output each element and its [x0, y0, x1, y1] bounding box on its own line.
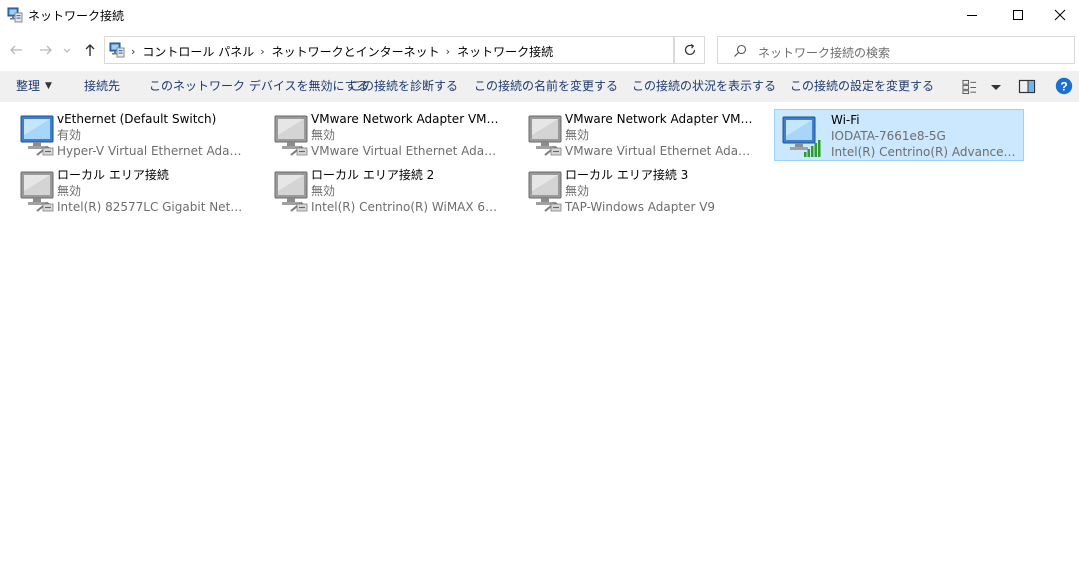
arrow-right-icon [40, 45, 52, 55]
connection-device: Intel(R) Centrino(R) Advanced-N ... [831, 145, 1021, 159]
connection-device: Intel(R) Centrino(R) WiMAX 6250 [311, 200, 501, 214]
maximize-button[interactable] [995, 0, 1041, 30]
caret-down-icon [990, 85, 1001, 90]
connection-item-vethernet[interactable]: vEthernet (Default Switch) 有効 Hyper-V Vi… [0, 108, 250, 160]
chevron-right-icon[interactable]: › [131, 45, 135, 58]
back-button[interactable] [6, 40, 26, 60]
chevron-right-icon[interactable]: › [260, 45, 264, 58]
breadcrumb-network-connections[interactable]: ネットワーク接続 [457, 43, 553, 60]
connection-name: ローカル エリア接続 3 [565, 168, 689, 182]
connection-status: IODATA-7661e8-5G [831, 129, 946, 143]
connection-status: 無効 [565, 184, 590, 198]
connection-item-local-area[interactable]: ローカル エリア接続 無効 Intel(R) 82577LC Gigabit N… [0, 164, 250, 216]
ethernet-adapter-disabled-icon [274, 171, 308, 212]
connection-status: 有効 [57, 128, 82, 142]
connection-item-local-area-3[interactable]: ローカル エリア接続 3 無効 TAP-Windows Adapter V9 [508, 164, 758, 216]
connect-to-button[interactable]: 接続先 [84, 71, 120, 102]
maximize-icon [1013, 10, 1023, 20]
search-placeholder: ネットワーク接続の検索 [758, 46, 891, 60]
ethernet-adapter-disabled-icon [528, 115, 562, 156]
search-input[interactable]: ネットワーク接続の検索 [717, 36, 1075, 64]
connection-status: 無効 [311, 128, 336, 142]
forward-button[interactable] [36, 40, 56, 60]
minimize-icon [967, 15, 977, 16]
connection-status: 無効 [311, 184, 336, 198]
network-connections-icon [7, 7, 23, 23]
search-icon [734, 44, 747, 57]
explorer-window: ネットワーク接続 › コントロール パネル › ネットワークとインターネット ›… [0, 0, 1079, 571]
connection-name: ローカル エリア接続 [57, 168, 169, 182]
chevron-down-icon [63, 48, 71, 53]
connection-status: 無効 [57, 184, 82, 198]
address-bar[interactable]: › コントロール パネル › ネットワークとインターネット › ネットワーク接続 [104, 36, 768, 64]
connection-name: ローカル エリア接続 2 [311, 168, 435, 182]
rename-connection-button[interactable]: この接続の名前を変更する [474, 71, 618, 102]
ethernet-adapter-disabled-icon [20, 171, 54, 212]
connection-device: TAP-Windows Adapter V9 [565, 200, 716, 214]
preview-pane-icon[interactable] [1018, 78, 1036, 96]
arrow-up-icon [85, 44, 95, 56]
connection-device: Hyper-V Virtual Ethernet Adapter [57, 144, 247, 158]
connection-item-wifi[interactable]: Wi-Fi IODATA-7661e8-5G Intel(R) Centrino… [774, 109, 1024, 161]
network-connections-icon [109, 42, 125, 58]
wifi-adapter-icon [782, 116, 821, 157]
connection-item-vmnet8[interactable]: VMware Network Adapter VMnet8 無効 VMware … [508, 108, 758, 160]
connection-device: VMware Virtual Ethernet Adapter ... [565, 144, 755, 158]
chevron-right-icon[interactable]: › [446, 45, 450, 58]
recent-locations-button[interactable] [60, 40, 74, 60]
connection-name: VMware Network Adapter VMnet1 [311, 112, 501, 126]
ethernet-adapter-icon [20, 115, 54, 156]
refresh-button[interactable] [674, 36, 705, 64]
change-view-button[interactable] [962, 78, 1002, 96]
organize-menu-button[interactable]: 整理 ▼ [16, 71, 52, 102]
help-icon[interactable]: ? [1055, 77, 1073, 95]
view-tiles-icon [962, 79, 977, 95]
connection-item-local-area-2[interactable]: ローカル エリア接続 2 無効 Intel(R) Centrino(R) WiM… [254, 164, 504, 216]
breadcrumb-control-panel[interactable]: コントロール パネル [142, 43, 254, 60]
ethernet-adapter-disabled-icon [528, 171, 562, 212]
command-bar: 整理 ▼ 接続先 このネットワーク デバイスを無効にする この接続を診断する この… [0, 71, 1079, 102]
connection-device: Intel(R) 82577LC Gigabit Network ... [57, 200, 247, 214]
view-status-button[interactable]: この接続の状況を表示する [632, 71, 776, 102]
connection-device: VMware Virtual Ethernet Adapter ... [311, 144, 501, 158]
diagnose-connection-button[interactable]: この接続を診断する [350, 71, 458, 102]
svg-text:?: ? [1060, 79, 1067, 93]
connection-item-vmnet1[interactable]: VMware Network Adapter VMnet1 無効 VMware … [254, 108, 504, 160]
caret-down-icon: ▼ [45, 81, 52, 91]
title-bar: ネットワーク接続 [0, 0, 1079, 30]
organize-label: 整理 [16, 79, 41, 93]
connections-list: vEthernet (Default Switch) 有効 Hyper-V Vi… [0, 103, 1079, 571]
window-title: ネットワーク接続 [28, 9, 125, 23]
connection-status: 無効 [565, 128, 590, 142]
close-button[interactable] [1041, 0, 1079, 30]
navigation-bar: › コントロール パネル › ネットワークとインターネット › ネットワーク接続 [0, 34, 1079, 66]
minimize-button[interactable] [949, 0, 995, 30]
change-settings-button[interactable]: この接続の設定を変更する [790, 71, 934, 102]
connection-name: vEthernet (Default Switch) [57, 112, 217, 126]
disable-device-button[interactable]: このネットワーク デバイスを無効にする [149, 71, 369, 102]
refresh-icon [684, 43, 695, 56]
ethernet-adapter-disabled-icon [274, 115, 308, 156]
connection-name: VMware Network Adapter VMnet8 [565, 112, 755, 126]
up-button[interactable] [80, 40, 100, 60]
connection-name: Wi-Fi [831, 113, 860, 127]
close-icon [1054, 9, 1066, 21]
arrow-left-icon [10, 45, 22, 55]
breadcrumb-network-internet[interactable]: ネットワークとインターネット [272, 43, 440, 60]
breadcrumb: › コントロール パネル › ネットワークとインターネット › ネットワーク接続 [129, 43, 557, 60]
